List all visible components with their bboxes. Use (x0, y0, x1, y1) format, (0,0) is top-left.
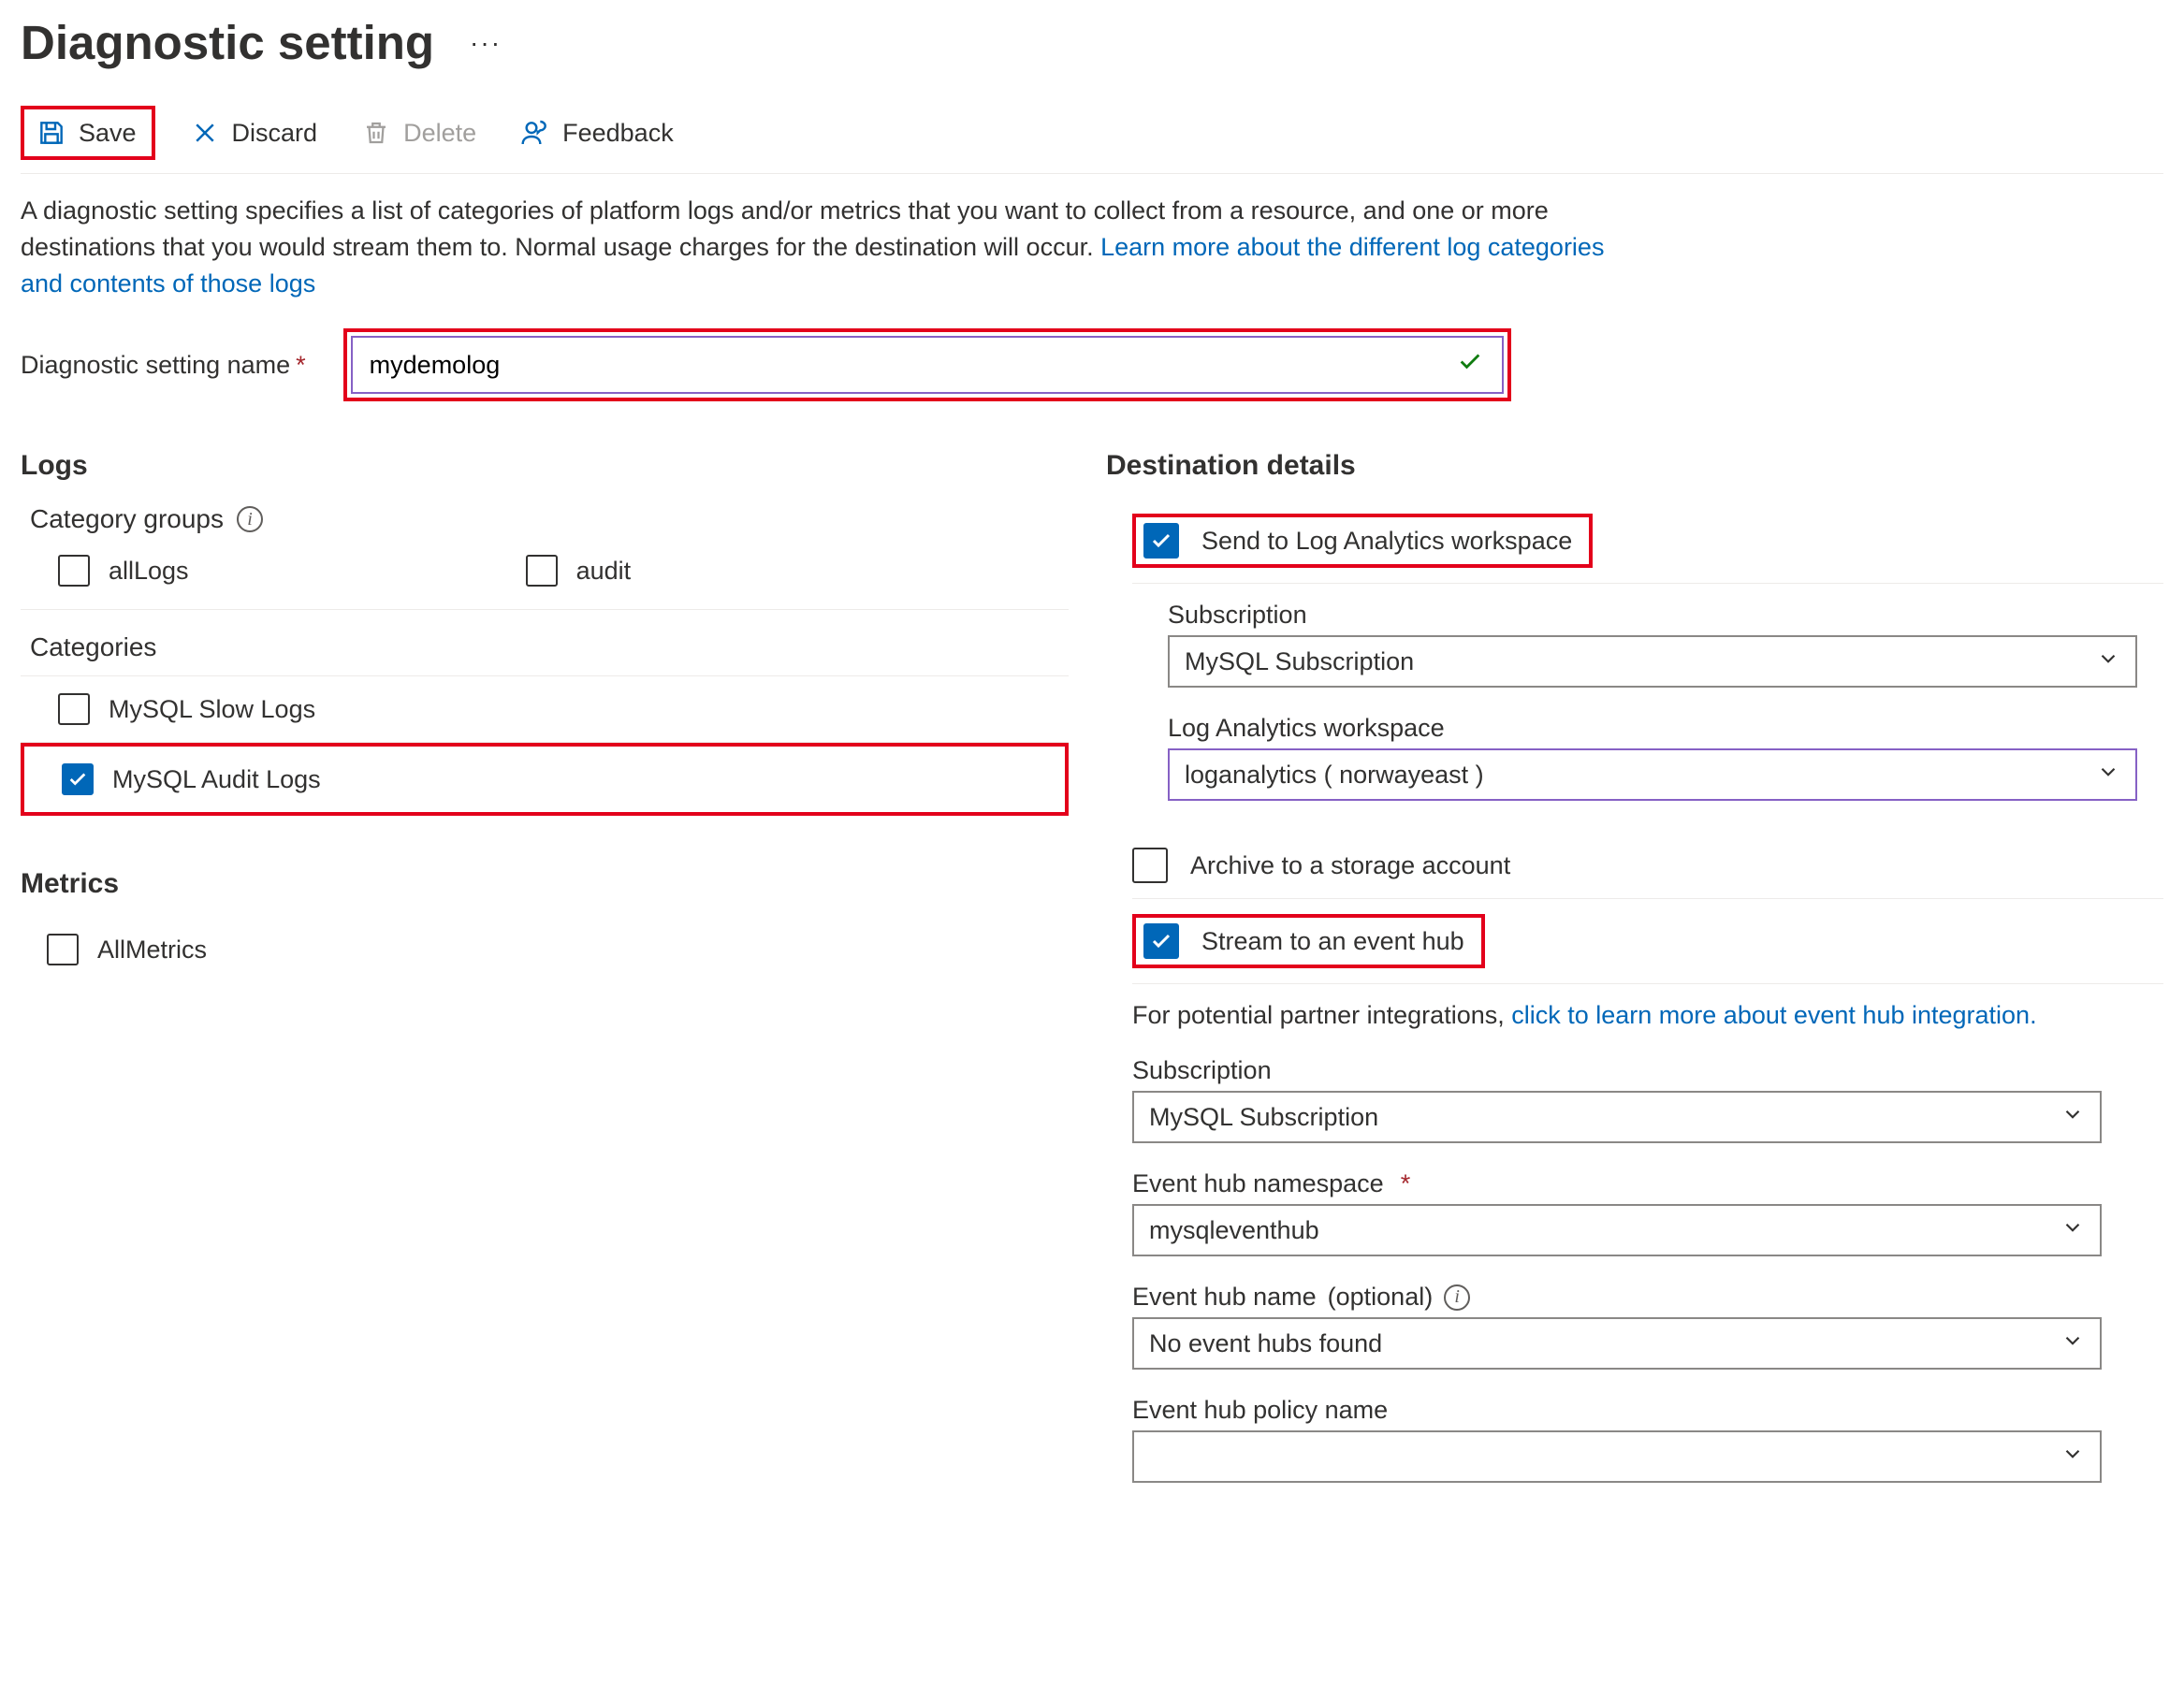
feedback-icon (519, 117, 551, 149)
eventhub-note-pre: For potential partner integrations, (1132, 1001, 1511, 1029)
save-icon (36, 117, 67, 149)
logs-heading: Logs (21, 450, 1069, 482)
alllogs-checkbox[interactable] (58, 555, 90, 587)
categories-label: Categories (30, 632, 1069, 662)
mysql-audit-logs-checkbox[interactable] (62, 763, 94, 795)
mysql-slow-logs-label: MySQL Slow Logs (109, 695, 315, 724)
save-label: Save (79, 119, 137, 148)
intro-text: A diagnostic setting specifies a list of… (21, 193, 1611, 302)
eh-name-select[interactable]: No event hubs found (1132, 1317, 2102, 1370)
valid-check-icon (1457, 349, 1483, 382)
info-icon[interactable]: i (1444, 1284, 1470, 1311)
law-subscription-label: Subscription (1168, 601, 2163, 630)
destination-heading: Destination details (1106, 450, 2163, 482)
eh-subscription-select[interactable]: MySQL Subscription (1132, 1091, 2102, 1143)
eh-namespace-select[interactable]: mysqleventhub (1132, 1204, 2102, 1256)
eh-subscription-label: Subscription (1132, 1056, 2163, 1085)
mysql-slow-logs-checkbox[interactable] (58, 693, 90, 725)
eventhub-learn-more-link[interactable]: click to learn more about event hub inte… (1511, 1001, 2036, 1029)
eh-name-label-optional: (optional) (1328, 1283, 1434, 1312)
stream-eventhub-checkbox[interactable] (1143, 923, 1179, 959)
audit-group-checkbox[interactable] (526, 555, 558, 587)
chevron-down-icon (2096, 646, 2120, 677)
feedback-label: Feedback (562, 119, 674, 148)
archive-storage-row[interactable]: Archive to a storage account (1132, 833, 2163, 899)
allmetrics-checkbox[interactable] (47, 934, 79, 965)
law-subscription-value: MySQL Subscription (1185, 647, 1414, 676)
archive-storage-label: Archive to a storage account (1190, 851, 1510, 880)
metrics-heading: Metrics (21, 868, 1069, 900)
eh-namespace-label: Event hub namespace (1132, 1169, 1384, 1198)
setting-name-label: Diagnostic setting name* (21, 351, 306, 380)
mysql-slow-logs-row[interactable]: MySQL Slow Logs (21, 675, 1069, 743)
allmetrics-label: AllMetrics (97, 936, 207, 965)
feedback-button[interactable]: Feedback (510, 111, 683, 154)
page-header: Diagnostic setting ··· (21, 15, 2163, 70)
discard-label: Discard (232, 119, 318, 148)
chevron-down-icon (2096, 760, 2120, 791)
mysql-audit-logs-row[interactable]: MySQL Audit Logs (24, 747, 1065, 812)
archive-storage-checkbox[interactable] (1132, 848, 1168, 883)
eh-policy-select[interactable] (1132, 1430, 2102, 1483)
delete-button: Delete (351, 111, 486, 154)
more-actions-button[interactable]: ··· (460, 22, 511, 64)
eh-policy-label: Event hub policy name (1132, 1396, 2163, 1425)
category-groups-label: Category groups (30, 504, 224, 534)
eh-name-value: No event hubs found (1149, 1329, 1382, 1358)
required-star: * (1401, 1169, 1411, 1198)
send-law-checkbox[interactable] (1143, 523, 1179, 559)
stream-eventhub-row[interactable]: Stream to an event hub (1143, 923, 1464, 959)
law-workspace-label: Log Analytics workspace (1168, 714, 2163, 743)
eh-name-label-pre: Event hub name (1132, 1283, 1317, 1312)
chevron-down-icon (2060, 1328, 2085, 1359)
alllogs-label: allLogs (109, 557, 189, 586)
eh-namespace-value: mysqleventhub (1149, 1216, 1319, 1245)
delete-label: Delete (403, 119, 476, 148)
alllogs-checkbox-row[interactable]: allLogs (58, 555, 189, 587)
chevron-down-icon (2060, 1442, 2085, 1473)
send-law-label: Send to Log Analytics workspace (1201, 527, 1572, 556)
close-icon (189, 117, 221, 149)
setting-name-input[interactable] (353, 338, 1502, 392)
law-workspace-value: loganalytics ( norwayeast ) (1185, 761, 1484, 790)
save-button[interactable]: Save (26, 111, 146, 154)
page-title: Diagnostic setting (21, 15, 434, 70)
allmetrics-row[interactable]: AllMetrics (21, 917, 1069, 982)
audit-group-label: audit (576, 557, 632, 586)
send-law-row[interactable]: Send to Log Analytics workspace (1143, 523, 1572, 559)
discard-button[interactable]: Discard (180, 111, 328, 154)
trash-icon (360, 117, 392, 149)
eh-subscription-value: MySQL Subscription (1149, 1103, 1378, 1132)
required-star: * (296, 351, 306, 379)
law-workspace-select[interactable]: loganalytics ( norwayeast ) (1168, 748, 2137, 801)
mysql-audit-logs-label: MySQL Audit Logs (112, 765, 321, 794)
chevron-down-icon (2060, 1215, 2085, 1246)
stream-eventhub-label: Stream to an event hub (1201, 927, 1464, 956)
chevron-down-icon (2060, 1102, 2085, 1133)
command-bar: Save Discard Delete Feedback (21, 98, 2163, 174)
audit-group-checkbox-row[interactable]: audit (526, 555, 632, 587)
info-icon[interactable]: i (237, 506, 263, 532)
law-subscription-select[interactable]: MySQL Subscription (1168, 635, 2137, 688)
